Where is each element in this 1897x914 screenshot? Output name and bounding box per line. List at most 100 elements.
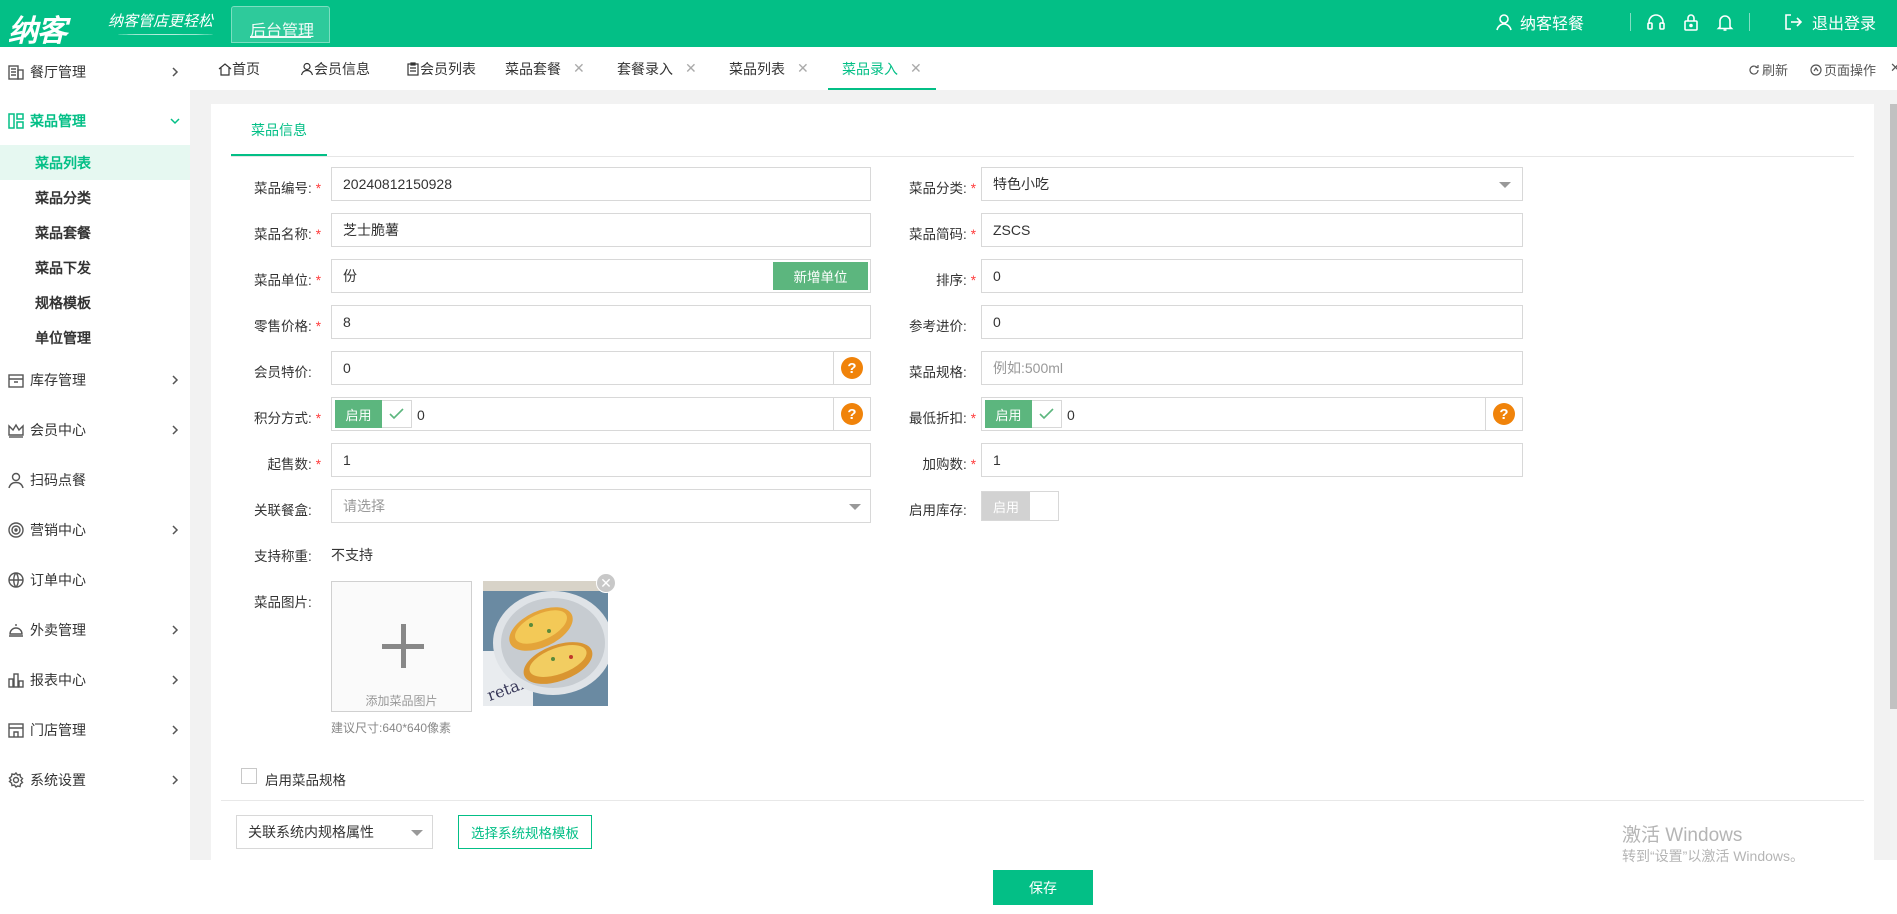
- chevron-right-icon: [172, 375, 179, 385]
- chevron-down-icon: [1499, 182, 1511, 188]
- upload-image-button[interactable]: 添加菜品图片: [331, 581, 472, 712]
- chevron-down-icon: [411, 830, 423, 836]
- short-code-input[interactable]: ZSCS: [981, 213, 1523, 247]
- tab-dish-entry[interactable]: 菜品录入 ✕: [828, 47, 936, 90]
- refresh-button[interactable]: 刷新: [1748, 60, 1788, 79]
- user-menu[interactable]: 纳客轻餐: [1494, 10, 1584, 34]
- sidebar-subitem-unit-management[interactable]: 单位管理: [0, 320, 190, 355]
- sidebar-item-label: 报表中心: [30, 672, 86, 688]
- sidebar-item-dishes[interactable]: 菜品管理: [0, 103, 190, 139]
- chevron-right-icon: [172, 425, 179, 435]
- headset-icon[interactable]: [1645, 11, 1667, 33]
- category-select[interactable]: 特色小吃: [981, 167, 1523, 201]
- sidebar-item-inventory[interactable]: 库存管理: [0, 362, 190, 398]
- sidebar-item-reports[interactable]: 报表中心: [0, 662, 190, 698]
- sidebar-item-settings[interactable]: 系统设置: [0, 762, 190, 798]
- tab-home[interactable]: 首页: [218, 47, 260, 90]
- sidebar-item-restaurant[interactable]: 餐厅管理: [0, 54, 190, 90]
- shop-icon: [8, 723, 24, 738]
- help-icon: ?: [1493, 403, 1515, 425]
- enable-spec-label: 启用菜品规格: [265, 773, 346, 788]
- slogan-underline: [118, 33, 213, 35]
- tab-member-info[interactable]: 会员信息: [300, 47, 370, 90]
- upload-text: 添加菜品图片: [365, 694, 438, 708]
- spec-input[interactable]: 例如:500ml: [981, 351, 1523, 385]
- add-buy-label: 加购数: *: [922, 457, 976, 472]
- close-icon[interactable]: ✕: [910, 60, 922, 77]
- category-label: 菜品分类: *: [908, 181, 976, 196]
- ref-price-input[interactable]: 0: [981, 305, 1523, 339]
- target-icon: [8, 522, 24, 538]
- dish-code-input[interactable]: 20240812150928: [331, 167, 871, 201]
- select-spec-template-button[interactable]: 选择系统规格模板: [458, 815, 592, 849]
- add-unit-button[interactable]: 新增单位: [773, 262, 868, 290]
- refresh-label: 刷新: [1762, 63, 1789, 78]
- points-toggle[interactable]: 启用: [335, 400, 412, 428]
- dish-name-input[interactable]: 芝士脆薯: [331, 213, 871, 247]
- admin-tab-label: 后台管理: [250, 23, 315, 40]
- discount-toggle[interactable]: 启用: [985, 400, 1062, 428]
- close-icon[interactable]: ✕: [685, 60, 697, 77]
- tab-label: 会员信息: [314, 60, 370, 77]
- discount-value[interactable]: 0: [1067, 407, 1075, 423]
- sidebar-subitem-spec-template[interactable]: 规格模板: [0, 285, 190, 320]
- sidebar-item-stores[interactable]: 门店管理: [0, 712, 190, 748]
- sidebar: 餐厅管理 菜品管理 菜品列表 菜品分类 菜品套餐 菜品下发 规格模板 单位管理 …: [0, 47, 190, 914]
- save-button[interactable]: 保存: [993, 870, 1093, 905]
- logout-button[interactable]: 退出登录: [1782, 10, 1876, 34]
- chevron-down-icon: [849, 504, 861, 510]
- sidebar-item-scan-order[interactable]: 扫码点餐: [0, 462, 190, 498]
- separator: [1749, 13, 1750, 31]
- discount-help[interactable]: ?: [1485, 397, 1523, 431]
- plus-icon-stem: [401, 624, 406, 668]
- weigh-value: 不支持: [331, 547, 373, 563]
- tab-dish-info[interactable]: 菜品信息: [231, 104, 327, 156]
- bell-icon[interactable]: [1715, 12, 1735, 32]
- tab-combo-entry[interactable]: 套餐录入 ✕: [617, 47, 697, 90]
- remove-photo-icon[interactable]: ✕: [596, 573, 616, 593]
- close-all-button[interactable]: ✕: [1890, 60, 1897, 76]
- top-bar: 纳客 纳客管店更轻松 后台管理 纳客轻餐 退出登录: [0, 0, 1897, 49]
- sidebar-subitem-dish-combo[interactable]: 菜品套餐: [0, 215, 190, 250]
- sidebar-item-members[interactable]: 会员中心: [0, 412, 190, 448]
- sidebar-item-marketing[interactable]: 营销中心: [0, 512, 190, 548]
- sidebar-subitem-dish-list[interactable]: 菜品列表: [0, 145, 190, 180]
- inventory-icon: [8, 374, 24, 388]
- add-buy-input[interactable]: 1: [981, 443, 1523, 477]
- user-icon: [8, 472, 24, 489]
- dish-form-card: 菜品信息 菜品编号: * 20240812150928 菜品分类: * 特色小吃 菜…: [211, 104, 1874, 860]
- user-icon: [300, 62, 314, 75]
- close-icon[interactable]: ✕: [797, 60, 809, 77]
- tab-label: 菜品录入: [842, 60, 898, 77]
- page-ops-button[interactable]: 页面操作: [1810, 60, 1876, 79]
- tab-dish-list[interactable]: 菜品列表 ✕: [729, 47, 809, 90]
- box-select[interactable]: 请选择: [331, 489, 871, 523]
- sidebar-subitem-dish-category[interactable]: 菜品分类: [0, 180, 190, 215]
- scrollbar[interactable]: [1890, 104, 1897, 709]
- section-divider: [231, 156, 1854, 157]
- watermark-subtitle: 转到“设置”以激活 Windows。: [1622, 848, 1805, 864]
- sidebar-subitem-dish-dispatch[interactable]: 菜品下发: [0, 250, 190, 285]
- globe-icon: [8, 572, 24, 588]
- points-label: 积分方式: *: [253, 411, 321, 426]
- retail-price-input[interactable]: 8: [331, 305, 871, 339]
- sidebar-item-orders[interactable]: 订单中心: [0, 562, 190, 598]
- admin-tab[interactable]: 后台管理: [231, 6, 330, 43]
- min-sale-input[interactable]: 1: [331, 443, 871, 477]
- tab-dish-combo[interactable]: 菜品套餐 ✕: [505, 47, 585, 90]
- stock-switch[interactable]: 启用: [981, 491, 1059, 521]
- attr-select[interactable]: 关联系统内规格属性: [236, 815, 433, 849]
- close-icon[interactable]: ✕: [573, 60, 585, 77]
- points-value[interactable]: 0: [417, 407, 425, 423]
- enable-spec-checkbox[interactable]: [241, 768, 257, 784]
- chevron-down-icon: [170, 118, 180, 125]
- sidebar-item-takeout[interactable]: 外卖管理: [0, 612, 190, 648]
- member-price-input[interactable]: 0: [331, 351, 834, 385]
- sort-input[interactable]: 0: [981, 259, 1523, 293]
- tab-label: 首页: [232, 60, 260, 77]
- dishes-icon: [8, 113, 24, 129]
- refresh-icon: [1749, 64, 1759, 75]
- lock-icon[interactable]: [1681, 12, 1701, 32]
- tab-member-list[interactable]: 会员列表: [406, 47, 476, 90]
- sidebar-item-label: 营销中心: [30, 522, 86, 538]
